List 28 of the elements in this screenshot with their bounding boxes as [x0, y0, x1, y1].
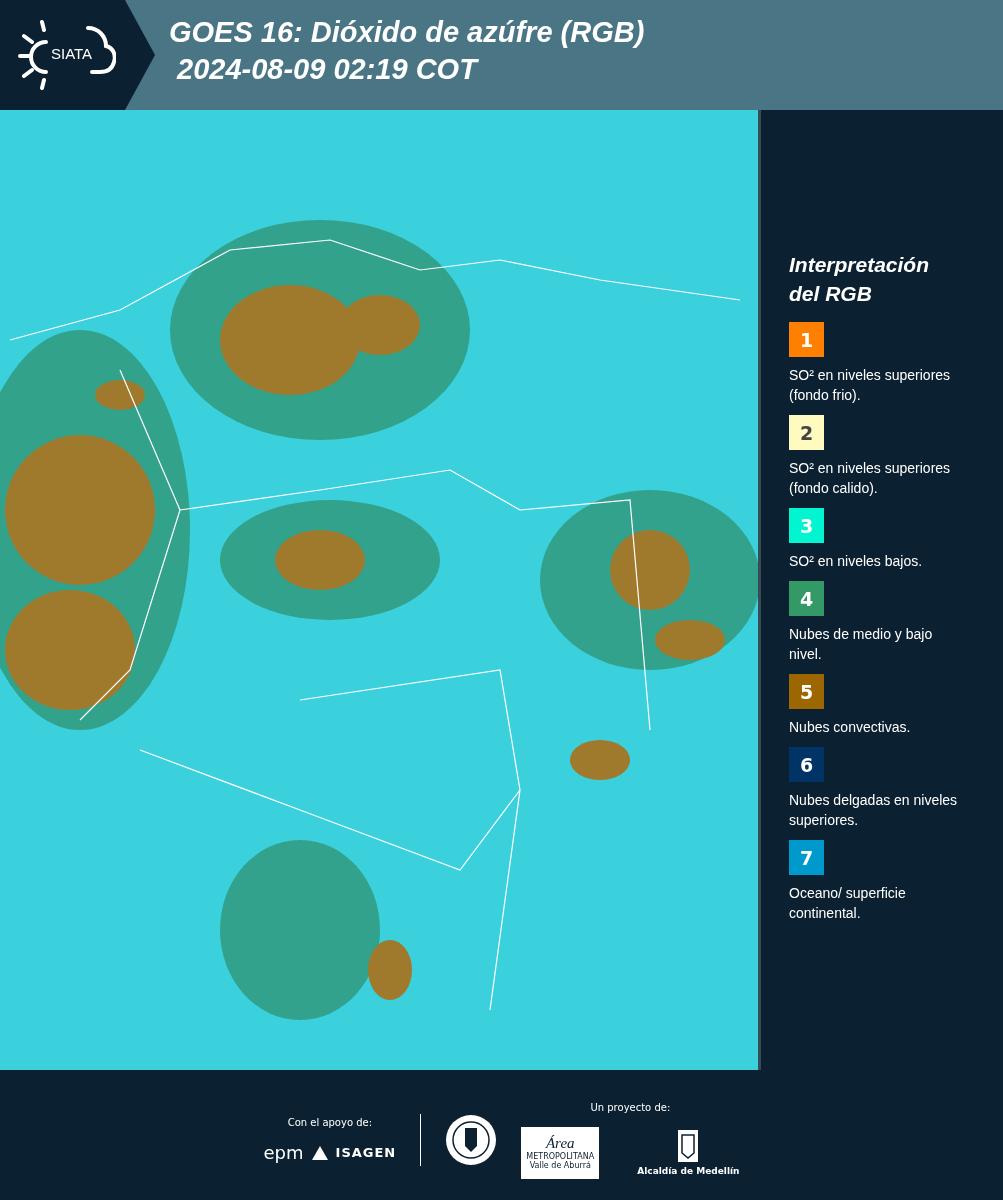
- sun-cloud-icon: [16, 18, 116, 90]
- legend-swatch: 3: [789, 508, 824, 543]
- coat-of-arms-icon: [677, 1129, 700, 1163]
- circular-seal-icon: [445, 1114, 498, 1166]
- legend-swatch: 2: [789, 415, 824, 450]
- support-label: Con el apoyo de:: [287, 1117, 373, 1128]
- legend-swatch: 6: [789, 747, 824, 782]
- legend-label: SO² en niveles superiores (fondo frio).: [789, 366, 952, 405]
- legend-label: Nubes delgadas en niveles superiores.: [789, 791, 959, 830]
- legend-label: Nubes convectivas.: [789, 718, 912, 737]
- legend-label: SO² en niveles superiores (fondo calido).: [789, 459, 952, 498]
- triangle-mark-icon: [311, 1145, 328, 1160]
- legend-swatch: 7: [789, 840, 824, 875]
- logo-text: SIATA: [51, 45, 93, 62]
- legend-swatch: 4: [789, 581, 824, 616]
- page-title: GOES 16: Dióxido de azúfre (RGB): [169, 15, 645, 50]
- legend-title: Interpretación del RGB: [789, 252, 931, 307]
- isagen-logo: ISAGEN: [335, 1145, 397, 1160]
- legend-label: Oceano/ superficie continental.: [789, 884, 907, 923]
- legend-swatch: 5: [789, 674, 824, 709]
- project-label: Un proyecto de:: [590, 1101, 671, 1113]
- legend-label: SO² en niveles bajos.: [789, 552, 924, 571]
- alcaldia-logo-text: Alcaldía de Medellín: [637, 1166, 740, 1176]
- legend-swatch: 1: [789, 322, 824, 357]
- timestamp: 2024-08-09 02:19 COT: [175, 52, 480, 87]
- legend-label: Nubes de medio y bajo nivel.: [789, 625, 934, 664]
- area-metropolitana-logo: Área METROPOLITANA Valle de Aburrá: [521, 1126, 600, 1179]
- epm-logo: epm: [263, 1142, 304, 1163]
